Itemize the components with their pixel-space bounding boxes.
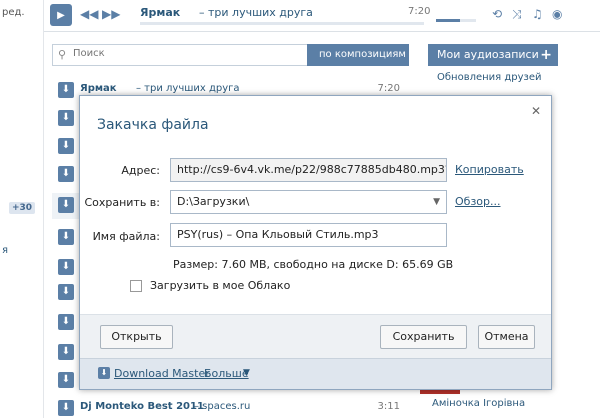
play-button[interactable]: ▶ — [50, 4, 72, 26]
download-master-link[interactable]: Download Master — [114, 367, 210, 380]
chevron-down-icon: ▼ — [433, 197, 440, 207]
broadcast-icon[interactable]: ◉ — [552, 7, 562, 21]
cloud-checkbox-label[interactable]: Загрузить в мое Облако — [150, 279, 290, 292]
list-item[interactable]: ⬇ Dj Monteko Best 2011 – spaces.ru 3:11 — [52, 396, 410, 418]
save-button[interactable]: Сохранить — [380, 325, 467, 349]
download-icon[interactable]: ⬇ — [58, 110, 74, 126]
player-title: – три лучших друга — [199, 6, 313, 19]
search-input[interactable] — [73, 48, 293, 59]
next-icon[interactable]: ▶▶ — [102, 7, 120, 21]
volume-fill — [436, 19, 460, 22]
audio-player: ▶ ◀◀ ▶▶ Ярмак – три лучших друга 7:20 ⟲ … — [44, 0, 600, 32]
song-title: – три лучших друга — [136, 83, 240, 94]
song-time: 3:11 — [377, 401, 400, 412]
save-to-label: Сохранить в: — [84, 196, 160, 209]
headphones-icon[interactable]: ♫ — [532, 7, 543, 21]
left-strip: ред. +30 я — [0, 0, 44, 418]
my-audio-label: Мои аудиозаписи — [437, 48, 539, 61]
song-title: – spaces.ru — [194, 401, 251, 412]
dialog-footer: Открыть Сохранить Отмена — [80, 314, 551, 358]
size-info: Размер: 7.60 MB, свободно на диске D: 65… — [173, 258, 454, 271]
player-artist[interactable]: Ярмак — [140, 6, 180, 19]
copy-link[interactable]: Копировать — [455, 163, 524, 176]
search-icon: ⚲ — [58, 48, 67, 61]
download-icon[interactable]: ⬇ — [58, 372, 74, 388]
download-icon[interactable]: ⬇ — [58, 344, 74, 360]
download-icon[interactable]: ⬇ — [58, 259, 74, 275]
close-icon[interactable]: ✕ — [531, 104, 541, 118]
address-field[interactable]: http://cs9-6v4.vk.me/p22/988c77885db480.… — [170, 158, 447, 182]
filename-field[interactable]: PSY(rus) – Опа Кльовый Стиль.mp3 — [170, 223, 447, 247]
player-time: 7:20 — [408, 6, 431, 17]
friend-name[interactable]: Аміночка Ігорівна — [432, 398, 525, 409]
cancel-button[interactable]: Отмена — [478, 325, 535, 349]
my-audio-tab[interactable]: Мои аудиозаписи + — [428, 44, 558, 66]
filter-label: по композициям — [319, 49, 406, 60]
address-label: Адрес: — [121, 164, 160, 177]
download-dialog: Закачка файла ✕ Адрес: http://cs9-6v4.vk… — [79, 95, 552, 390]
browse-link[interactable]: Обзор... — [455, 195, 501, 208]
download-icon[interactable]: ⬇ — [58, 314, 74, 330]
save-to-value: D:\Загрузки\ — [177, 195, 250, 208]
left-link-fragment[interactable]: я — [2, 245, 8, 256]
left-edit-text[interactable]: ред. — [2, 7, 25, 18]
dialog-title: Закачка файла — [97, 117, 209, 133]
filter-dropdown[interactable]: по композициям ▾ — [307, 44, 409, 82]
song-time: 7:20 — [377, 83, 400, 94]
download-icon[interactable]: ⬇ — [58, 284, 74, 300]
download-icon[interactable]: ⬇ — [58, 400, 74, 416]
cloud-checkbox[interactable] — [130, 280, 142, 292]
song-artist[interactable]: Ярмак — [80, 83, 117, 94]
progress-bar[interactable] — [140, 22, 424, 25]
open-button[interactable]: Открыть — [100, 325, 173, 349]
song-artist[interactable]: Dj Monteko Best 2011 — [80, 401, 204, 412]
chevron-down-icon[interactable]: ▼ — [243, 368, 250, 378]
filename-label: Имя файла: — [92, 230, 160, 243]
repeat-icon[interactable]: ⟲ — [492, 7, 502, 21]
friends-updates-link[interactable]: Обновления друзей — [428, 66, 558, 89]
download-icon: ⬇ — [98, 367, 110, 379]
prev-icon[interactable]: ◀◀ — [80, 7, 98, 21]
more-link[interactable]: Больше — [204, 367, 249, 380]
search-box[interactable]: ⚲ — [52, 44, 308, 66]
volume-slider[interactable] — [436, 19, 476, 22]
download-icon[interactable]: ⬇ — [58, 82, 74, 98]
shuffle-icon[interactable]: ⤨ — [512, 7, 522, 22]
play-icon: ▶ — [57, 9, 65, 21]
dialog-bottom-bar: ⬇ Download Master Больше ▼ — [80, 358, 551, 389]
download-icon[interactable]: ⬇ — [58, 138, 74, 154]
add-icon[interactable]: + — [540, 44, 552, 66]
right-sidebar: Мои аудиозаписи + Обновления друзей — [428, 44, 558, 89]
save-to-select[interactable]: D:\Загрузки\ ▼ — [170, 190, 447, 214]
counter-badge[interactable]: +30 — [9, 202, 36, 214]
